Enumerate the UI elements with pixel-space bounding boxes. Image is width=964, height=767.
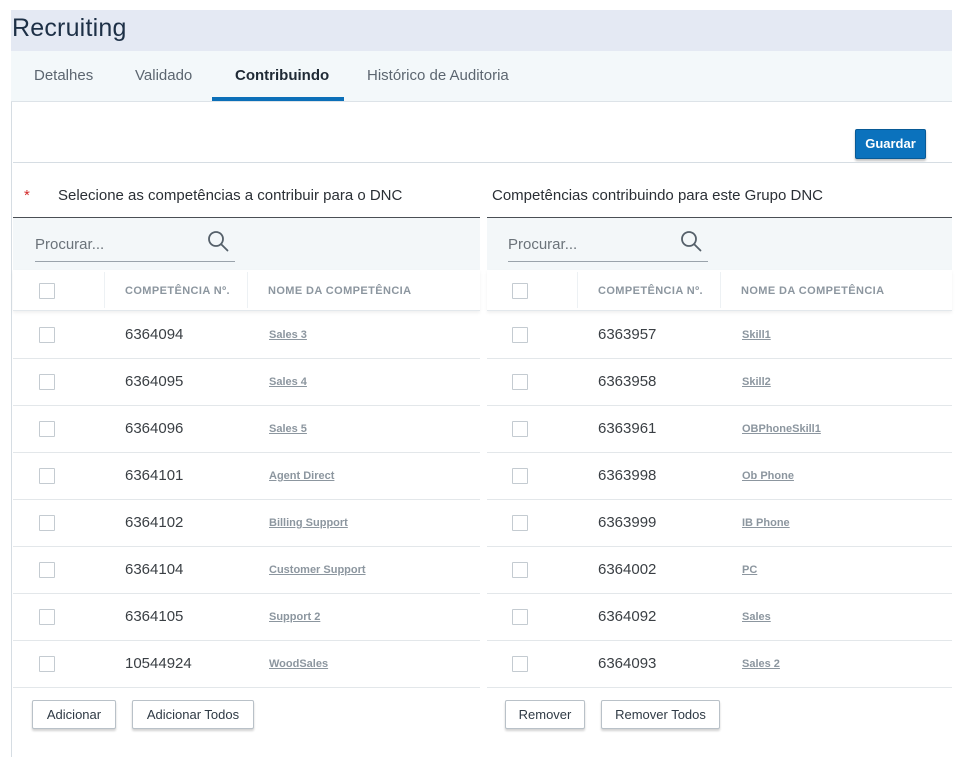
row-checkbox[interactable] — [39, 327, 55, 343]
competency-name-link[interactable]: Ob Phone — [742, 470, 794, 482]
row-divider — [487, 546, 952, 547]
competency-number: 6364105 — [125, 608, 184, 625]
row-checkbox[interactable] — [39, 609, 55, 625]
competency-name-link[interactable]: Agent Direct — [269, 470, 334, 482]
left-search-input[interactable] — [35, 227, 235, 262]
competency-number: 6364101 — [125, 467, 184, 484]
competency-number: 6364096 — [125, 420, 184, 437]
row-checkbox[interactable] — [512, 421, 528, 437]
competency-number: 6364095 — [125, 373, 184, 390]
row-checkbox[interactable] — [512, 656, 528, 672]
row-divider — [487, 358, 952, 359]
tab-contribuindo[interactable]: Contribuindo — [235, 51, 329, 101]
competency-name-link[interactable]: Support 2 — [269, 611, 320, 623]
competency-number: 10544924 — [125, 655, 192, 672]
competency-number: 6364093 — [598, 655, 657, 672]
competency-number: 6363958 — [598, 373, 657, 390]
tab-bar: Detalhes Validado Contribuindo Histórico… — [11, 51, 952, 102]
tab-detalhes[interactable]: Detalhes — [34, 51, 93, 101]
competency-number: 6364092 — [598, 608, 657, 625]
row-checkbox[interactable] — [512, 468, 528, 484]
row-checkbox[interactable] — [39, 515, 55, 531]
row-checkbox[interactable] — [39, 468, 55, 484]
row-divider — [13, 405, 480, 406]
competency-number: 6363999 — [598, 514, 657, 531]
search-icon[interactable] — [206, 229, 230, 253]
row-divider — [487, 593, 952, 594]
row-divider — [487, 640, 952, 641]
add-all-button[interactable]: Adicionar Todos — [132, 700, 254, 729]
row-divider — [13, 593, 480, 594]
row-divider — [13, 687, 480, 688]
tab-historico-auditoria[interactable]: Histórico de Auditoria — [367, 51, 509, 101]
left-col-number-header[interactable]: COMPETÊNCIA Nº. — [125, 285, 230, 297]
row-divider — [13, 546, 480, 547]
right-search-input[interactable] — [508, 227, 708, 262]
row-divider — [487, 452, 952, 453]
right-col-number-header[interactable]: COMPETÊNCIA Nº. — [598, 285, 703, 297]
active-tab-indicator — [212, 97, 344, 101]
row-checkbox[interactable] — [512, 327, 528, 343]
competency-name-link[interactable]: Skill1 — [742, 329, 771, 341]
row-divider — [13, 358, 480, 359]
column-separator — [247, 272, 248, 308]
row-divider — [487, 687, 952, 688]
competency-name-link[interactable]: OBPhoneSkill1 — [742, 423, 821, 435]
row-divider — [13, 452, 480, 453]
row-checkbox[interactable] — [39, 374, 55, 390]
competency-name-link[interactable]: Sales 4 — [269, 376, 307, 388]
competency-name-link[interactable]: Sales 5 — [269, 423, 307, 435]
column-separator — [104, 272, 105, 308]
competency-number: 6364002 — [598, 561, 657, 578]
tab-validado[interactable]: Validado — [135, 51, 192, 101]
right-col-name-header[interactable]: NOME DA COMPETÊNCIA — [741, 285, 884, 297]
competency-number: 6363998 — [598, 467, 657, 484]
right-panel-title: Competências contribuindo para este Grup… — [492, 187, 824, 204]
left-panel-title: Selecione as competências a contribuir p… — [58, 187, 403, 204]
competency-name-link[interactable]: IB Phone — [742, 517, 790, 529]
competency-name-link[interactable]: Sales 2 — [742, 658, 780, 670]
row-checkbox[interactable] — [512, 374, 528, 390]
required-asterisk: * — [24, 187, 30, 204]
column-separator — [577, 272, 578, 308]
row-checkbox[interactable] — [512, 515, 528, 531]
competency-name-link[interactable]: Customer Support — [269, 564, 366, 576]
remove-all-button[interactable]: Remover Todos — [601, 700, 720, 729]
competency-name-link[interactable]: Sales 3 — [269, 329, 307, 341]
right-select-all-checkbox[interactable] — [512, 283, 528, 299]
row-checkbox[interactable] — [39, 421, 55, 437]
competency-name-link[interactable]: PC — [742, 564, 757, 576]
competency-number: 6364104 — [125, 561, 184, 578]
add-button[interactable]: Adicionar — [32, 700, 116, 729]
row-divider — [13, 499, 480, 500]
row-checkbox[interactable] — [512, 609, 528, 625]
toolbar-divider — [13, 162, 952, 163]
row-checkbox[interactable] — [39, 562, 55, 578]
competency-number: 6364102 — [125, 514, 184, 531]
search-icon[interactable] — [679, 229, 703, 253]
app-header: Recruiting — [11, 10, 952, 51]
left-col-name-header[interactable]: NOME DA COMPETÊNCIA — [268, 285, 411, 297]
row-divider — [13, 640, 480, 641]
content-left-border — [11, 102, 12, 757]
competency-name-link[interactable]: Billing Support — [269, 517, 348, 529]
row-checkbox[interactable] — [39, 656, 55, 672]
competency-name-link[interactable]: Sales — [742, 611, 771, 623]
column-separator — [720, 272, 721, 308]
competency-name-link[interactable]: Skill2 — [742, 376, 771, 388]
competency-number: 6363961 — [598, 420, 657, 437]
app-title: Recruiting — [12, 14, 127, 42]
row-checkbox[interactable] — [512, 562, 528, 578]
competency-number: 6364094 — [125, 326, 184, 343]
left-select-all-checkbox[interactable] — [39, 283, 55, 299]
row-divider — [487, 499, 952, 500]
competency-number: 6363957 — [598, 326, 657, 343]
row-divider — [487, 405, 952, 406]
save-button[interactable]: Guardar — [855, 129, 926, 159]
remove-button[interactable]: Remover — [505, 700, 585, 729]
competency-name-link[interactable]: WoodSales — [269, 658, 328, 670]
